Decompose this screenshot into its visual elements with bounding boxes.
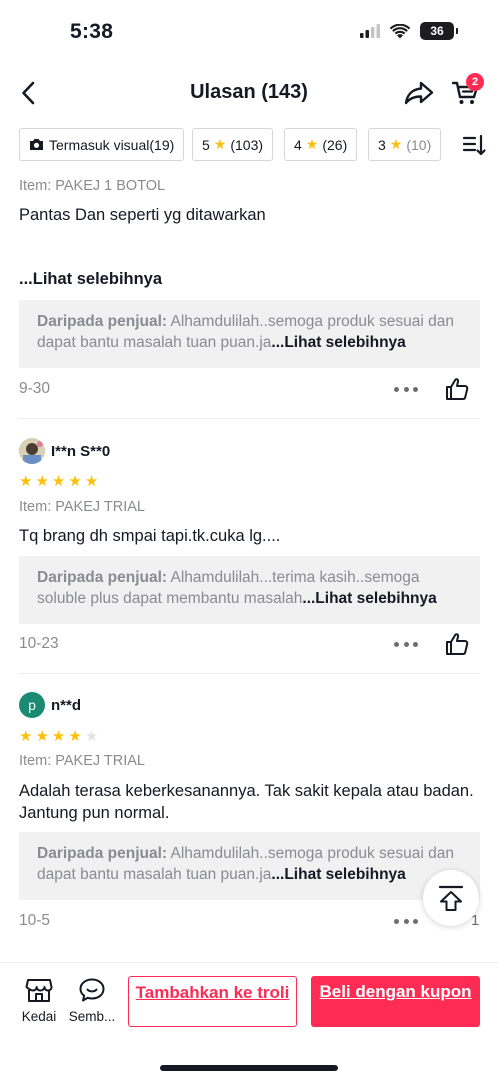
filter-5-star-number: 5 (202, 136, 210, 153)
review-text: Tq brang dh smpai tapi.tk.cuka lg.... (19, 527, 281, 545)
buy-with-coupon-button[interactable]: Beli dengan kupon (311, 976, 480, 1027)
rating-stars: ★ ★ ★ ★ ★ (19, 474, 98, 489)
thumbs-up-icon (446, 378, 469, 400)
review-divider (19, 673, 480, 674)
star-icon: ★ (19, 473, 33, 490)
star-icon: ★ (305, 136, 319, 152)
battery-icon: 36 (420, 22, 458, 40)
filter-3-star-count: (10) (406, 136, 432, 153)
home-indicator (160, 1065, 338, 1071)
filter-4-star-number: 4 (294, 136, 302, 153)
filter-4-star-chip[interactable]: 4 ★ (26) (284, 128, 358, 161)
avatar-letter: p (28, 697, 36, 713)
filter-3-star-chip[interactable]: 3 ★ (10) (368, 128, 442, 161)
review-see-more-link[interactable]: ...Lihat selebihnya (19, 270, 162, 289)
filter-row: Termasuk visual(19) 5 ★ (103) 4 ★ (26) 3… (0, 128, 498, 162)
filter-5-star-chip[interactable]: 5 ★ (103) (192, 128, 274, 161)
review-text: Adalah terasa keberkesanannya. Tak sakit… (19, 782, 474, 822)
seller-reply[interactable]: Daripada penjual: Alhamdulilah...terima … (19, 556, 480, 624)
seller-reply[interactable]: Daripada penjual: Alhamdulilah..semoga p… (19, 832, 480, 900)
filter-visual-chip[interactable]: Termasuk visual(19) (19, 128, 185, 161)
star-icon: ★ (68, 473, 82, 490)
review-date: 10-23 (19, 635, 59, 652)
review-text: Pantas Dan seperti yg ditawarkan (19, 206, 266, 224)
share-button[interactable] (402, 78, 436, 108)
review-item-variant: Item: PAKEJ TRIAL (19, 499, 145, 515)
star-icon: ★ (84, 728, 99, 745)
wifi-icon (390, 23, 410, 38)
add-to-cart-button[interactable]: Tambahkan ke troli (128, 976, 297, 1027)
like-button[interactable] (444, 631, 470, 657)
shop-icon (25, 979, 53, 1002)
chat-icon (79, 978, 105, 1002)
battery-level: 36 (430, 24, 444, 38)
avatar[interactable] (19, 438, 45, 464)
seller-reply-see-more[interactable]: ...Lihat selebihnya (271, 866, 405, 883)
star-icon: ★ (68, 728, 82, 745)
review-date: 10-5 (19, 912, 51, 929)
camera-icon (30, 139, 43, 150)
review-divider (19, 418, 480, 419)
filter-3-star-number: 3 (378, 136, 386, 153)
bottom-action-bar: Kedai Semb... Tambahkan ke troli Beli de… (0, 962, 498, 1080)
avatar-image (19, 438, 45, 464)
buy-with-coupon-label: Beli dengan kupon (319, 982, 472, 1001)
chat-button[interactable]: Semb... (65, 977, 119, 1024)
sort-button[interactable] (462, 132, 486, 158)
share-icon (404, 81, 434, 105)
thumbs-up-icon (446, 633, 469, 655)
seller-reply-see-more[interactable]: ...Lihat selebihnya (271, 334, 405, 351)
sort-icon (462, 134, 486, 156)
scroll-top-icon (438, 885, 464, 911)
star-icon: ★ (51, 728, 66, 745)
filter-visual-label: Termasuk visual(19) (49, 136, 175, 153)
signal-icon (360, 24, 380, 38)
seller-reply-label: Daripada penjual: (37, 313, 168, 330)
header: Ulasan (143) (0, 66, 498, 120)
star-icon: ★ (213, 136, 227, 152)
star-icon: ★ (19, 728, 33, 745)
star-icon: ★ (51, 473, 66, 490)
filter-4-star-count: (26) (322, 136, 348, 153)
star-icon: ★ (84, 473, 99, 490)
status-icons: 36 (360, 22, 458, 40)
more-dots-icon[interactable] (394, 916, 418, 926)
rating-stars: ★ ★ ★ ★ ★ (19, 729, 98, 744)
shop-button[interactable]: Kedai (12, 977, 66, 1024)
like-button[interactable] (444, 376, 470, 402)
status-bar: 5:38 36 (0, 0, 498, 66)
review-item-variant: Item: PAKEJ TRIAL (19, 753, 145, 769)
more-dots-icon[interactable] (394, 639, 418, 649)
review-date: 9-30 (19, 380, 51, 397)
review-item-variant: Item: PAKEJ 1 BOTOL (19, 178, 166, 194)
avatar[interactable]: p (19, 692, 45, 718)
filter-5-star-count: (103) (230, 136, 264, 153)
scroll-top-button[interactable] (423, 870, 479, 926)
shop-label: Kedai (21, 1009, 57, 1024)
seller-reply[interactable]: Daripada penjual: Alhamdulilah..semoga p… (19, 300, 480, 368)
star-icon: ★ (35, 728, 49, 745)
seller-reply-label: Daripada penjual: (37, 845, 168, 862)
seller-reply-see-more[interactable]: ...Lihat selebihnya (302, 590, 436, 607)
status-time: 5:38 (70, 20, 114, 43)
reviewer-username: I**n S**0 (51, 443, 111, 460)
add-to-cart-label: Tambahkan ke troli (135, 983, 290, 1002)
star-icon: ★ (35, 473, 49, 490)
cart-badge: 2 (466, 73, 484, 91)
seller-reply-label: Daripada penjual: (37, 569, 168, 586)
reviewer-username: n**d (51, 697, 81, 714)
more-dots-icon[interactable] (394, 384, 418, 394)
star-icon: ★ (389, 136, 403, 152)
chat-label: Semb... (68, 1009, 116, 1024)
